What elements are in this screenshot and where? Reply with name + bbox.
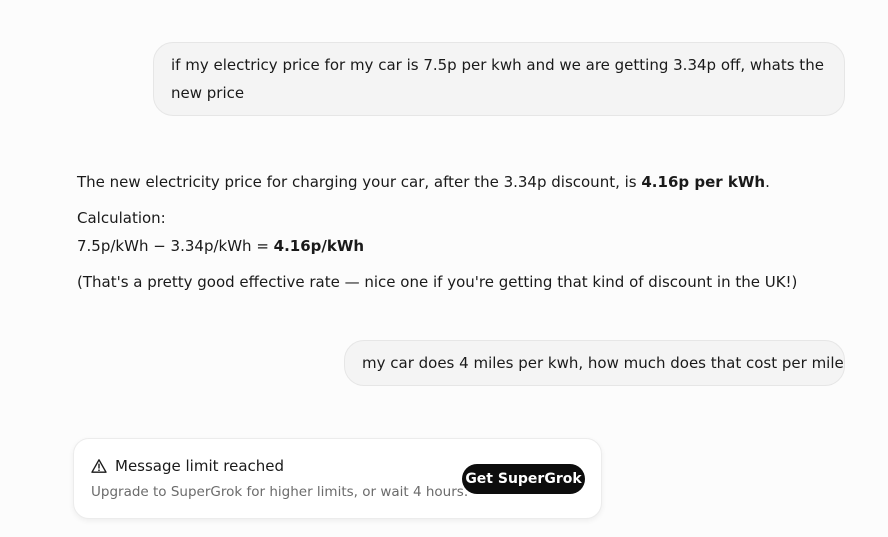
calculation-line: 7.5p/kWh − 3.34p/kWh = 4.16p/kWh [77, 232, 857, 260]
answer-suffix: . [765, 173, 770, 191]
get-supergrok-button[interactable]: Get SuperGrok [462, 464, 585, 494]
warning-triangle-icon [91, 459, 107, 473]
user-message-bubble: my car does 4 miles per kwh, how much do… [344, 340, 845, 386]
answer-highlight: 4.16p per kWh [641, 173, 766, 191]
limit-subtitle: Upgrade to SuperGrok for higher limits, … [91, 484, 469, 500]
user-message-text: my car does 4 miles per kwh, how much do… [362, 354, 844, 372]
calculation-label: Calculation: [77, 209, 166, 227]
calculation-expression: 7.5p/kWh − 3.34p/kWh = [77, 237, 274, 255]
assistant-answer-paragraph: The new electricity price for charging y… [77, 168, 857, 196]
message-limit-card: Message limit reached Upgrade to SuperGr… [73, 438, 602, 519]
answer-text: The new electricity price for charging y… [77, 173, 642, 191]
user-message-bubble: if my electricy price for my car is 7.5p… [153, 42, 845, 116]
limit-title-row: Message limit reached [91, 457, 284, 475]
assistant-response: The new electricity price for charging y… [77, 168, 857, 296]
assistant-comment: (That's a pretty good effective rate — n… [77, 273, 798, 291]
calculation-result: 4.16p/kWh [273, 237, 365, 255]
user-message-text: if my electricy price for my car is 7.5p… [171, 56, 824, 102]
limit-title: Message limit reached [115, 457, 285, 475]
